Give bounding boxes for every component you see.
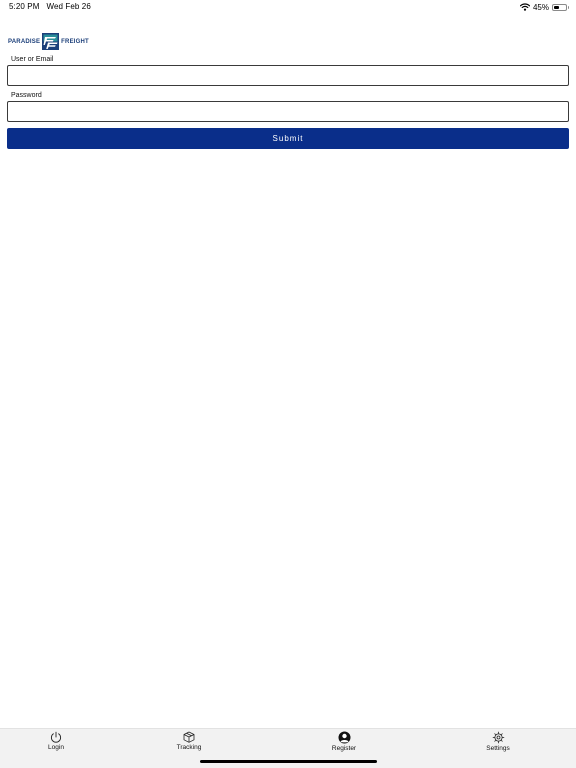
tab-register[interactable]: Register [304,731,384,757]
status-date-value: Wed Feb 26 [46,2,91,11]
battery-percent: 45% [532,2,549,12]
status-indicators: 45% [519,2,569,12]
status-bar: 5:20 PM Wed Feb 26 45% [0,0,576,14]
box-icon [183,731,195,743]
battery-icon [552,3,569,11]
tab-login-label: Login [48,744,64,751]
tab-settings[interactable]: Settings [458,731,538,757]
user-email-input[interactable] [7,65,569,86]
user-circle-icon [338,731,350,744]
company-logo: PARADISE FREIGHT [8,33,89,50]
tab-login[interactable]: Login [16,731,96,757]
tab-tracking[interactable]: Tracking [149,731,229,757]
status-time: 5:20 PM Wed Feb 26 [9,2,91,11]
user-email-label: User or Email [11,56,54,63]
tab-tracking-label: Tracking [176,744,202,751]
gear-icon [492,731,504,744]
wifi-icon [519,3,530,11]
logo-mark-icon [42,33,60,50]
logo-text-left: PARADISE [8,38,41,45]
submit-button[interactable]: Submit [7,128,569,149]
password-input[interactable] [7,101,569,122]
tab-register-label: Register [331,745,357,752]
status-time-value: 5:20 PM [9,2,40,11]
app-screen: 5:20 PM Wed Feb 26 45% PARADISE FREIGHT … [0,0,576,768]
logo-text-right: FREIGHT [61,38,89,45]
power-icon [50,731,62,743]
home-indicator [200,760,377,763]
battery-fill [554,5,559,9]
tab-settings-label: Settings [486,745,510,752]
password-label: Password [11,92,42,99]
